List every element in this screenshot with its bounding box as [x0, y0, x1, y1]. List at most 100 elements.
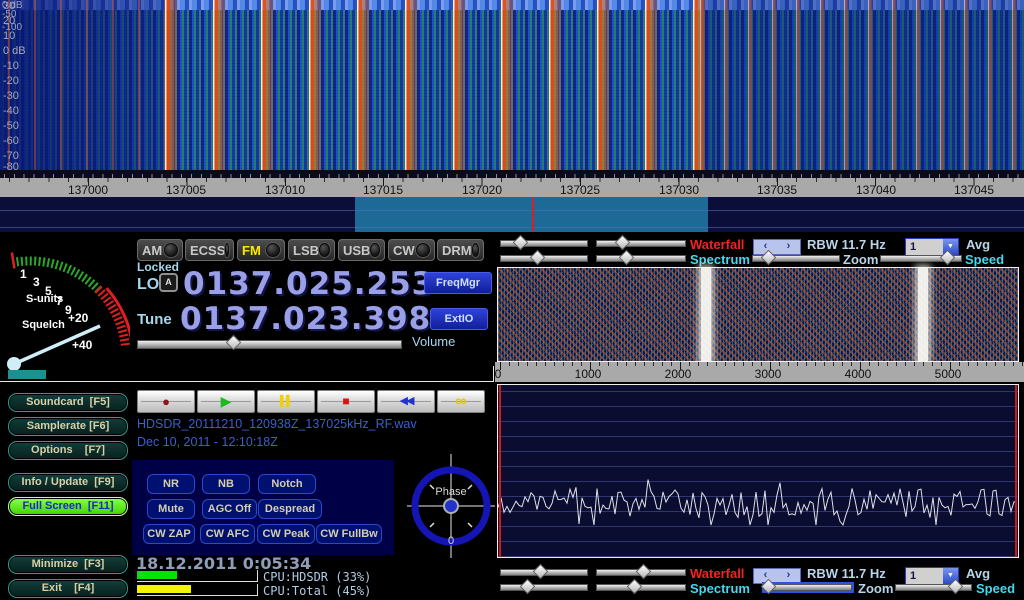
slider-thumb[interactable] [619, 250, 635, 266]
spectrum-range-slider[interactable] [596, 255, 686, 262]
mode-button-drm[interactable]: DRM [437, 239, 484, 261]
speed-slider[interactable] [880, 255, 962, 262]
avg-value: 1 [906, 239, 943, 255]
af-waterfall-display[interactable] [497, 267, 1019, 362]
rf-frequency-tick-label: 137035 [757, 183, 797, 197]
spectrum-label: Spectrum [690, 252, 750, 267]
waterfall-weak-carriers [8, 0, 168, 178]
dsp-button[interactable]: CW ZAP [143, 524, 195, 544]
slider-thumb[interactable] [614, 235, 630, 251]
zoom-slider[interactable] [752, 255, 840, 262]
dsp-button[interactable]: Notch [258, 474, 316, 494]
squelch-caption: Squelch [22, 319, 65, 331]
tune-label: Tune [137, 311, 172, 328]
mode-button-usb[interactable]: USB [338, 239, 385, 261]
af-db-label: 10 [3, 30, 15, 42]
spectrum-ref-slider[interactable] [500, 255, 588, 262]
record-button[interactable]: ● [137, 390, 195, 413]
extio-button[interactable]: ExtIO [430, 308, 488, 330]
mode-button-ecss[interactable]: ECSS [185, 239, 234, 261]
slider-thumb[interactable] [532, 564, 548, 580]
side-button[interactable]: Samplerate [F6] [8, 417, 128, 436]
slider-thumb[interactable] [530, 250, 546, 266]
af-frequency-tick-label: 5000 [935, 367, 962, 381]
dsp-button[interactable]: NB [202, 474, 250, 494]
volume-slider[interactable] [137, 340, 402, 349]
slider-thumb[interactable] [520, 579, 536, 595]
waterfall-brightness-slider[interactable] [500, 569, 588, 576]
lo-frequency-readout[interactable]: 0137.025.253 [183, 266, 434, 302]
zoom-slider[interactable] [764, 584, 852, 591]
volume-slider-thumb[interactable] [225, 335, 241, 351]
mode-button-fm[interactable]: FM [237, 239, 285, 261]
dsp-button[interactable]: Mute [147, 499, 195, 519]
rf-frequency-tick-label: 137025 [560, 183, 600, 197]
af-frequency-tick-label: 3000 [755, 367, 782, 381]
slider-thumb[interactable] [635, 564, 651, 580]
loop-button[interactable]: ∞ [437, 390, 485, 413]
spinner-right-icon[interactable]: › [777, 569, 800, 583]
rf-frequency-tick-label: 137000 [68, 183, 108, 197]
rf-frequency-tick-label: 137040 [856, 183, 896, 197]
pause-button[interactable]: ▌▌ [257, 390, 315, 413]
dsp-button[interactable]: CW Peak [257, 524, 315, 544]
af-spectrum-display[interactable] [497, 384, 1019, 558]
avg-label: Avg [966, 566, 990, 581]
spectrum-ref-slider[interactable] [500, 584, 588, 591]
rf-frequency-tick-label: 137020 [462, 183, 502, 197]
stop-button[interactable]: ■ [317, 390, 375, 413]
stop-icon: ■ [342, 395, 349, 408]
cpu-total-label: CPU:Total (45%) [263, 584, 371, 598]
rf-spectrum-trace [0, 197, 1024, 232]
auto-lock-icon[interactable]: A [159, 273, 178, 292]
squelch-level-bar[interactable] [8, 370, 46, 379]
dsp-button[interactable]: NR [147, 474, 195, 494]
mode-button-lsb[interactable]: LSB [288, 239, 335, 261]
dsp-button[interactable]: AGC Off [202, 499, 257, 519]
slider-thumb[interactable] [627, 579, 643, 595]
side-button[interactable]: Minimize [F3] [8, 555, 128, 574]
waterfall-contrast-slider[interactable] [596, 569, 686, 576]
dsp-button[interactable]: Despread [258, 499, 322, 519]
mode-label: CW [393, 243, 415, 258]
rf-waterfall-display[interactable] [0, 0, 1024, 178]
mode-label: LSB [293, 243, 319, 258]
mode-button-am[interactable]: AM [137, 239, 183, 261]
dsp-button[interactable]: CW FullBw [316, 524, 382, 544]
spinner-right-icon[interactable]: › [777, 240, 800, 254]
af-frequency-scale[interactable]: 010002000300040005000 [495, 362, 1024, 382]
dsp-button[interactable]: CW AFC [200, 524, 255, 544]
cpu-hdsdr-fill [137, 571, 177, 579]
spectrum-range-slider[interactable] [596, 584, 686, 591]
waterfall-brightness-slider[interactable] [500, 240, 588, 247]
slider-thumb[interactable] [513, 235, 529, 251]
smeter-label: +20 [68, 311, 89, 325]
rewind-button[interactable]: ◀◀ [377, 390, 435, 413]
tune-frequency-readout[interactable]: 0137.023.398 [180, 301, 431, 337]
side-button[interactable]: Options [F7] [8, 441, 128, 460]
af-frequency-tick-label: 0 [495, 367, 502, 381]
waterfall-contrast-slider[interactable] [596, 240, 686, 247]
lo-label: LO [137, 276, 159, 294]
avg-value: 1 [906, 568, 943, 584]
side-button[interactable]: Soundcard [F5] [8, 393, 128, 412]
zoom-label: Zoom [843, 252, 878, 267]
side-button[interactable]: Full Screen [F11] [8, 497, 128, 516]
rf-spectrum-display[interactable] [0, 197, 1024, 232]
af-db-label: -20 [3, 75, 19, 87]
rbw-spinner[interactable]: ‹ › [753, 239, 801, 255]
smeter-label: 1 [20, 267, 27, 281]
play-button[interactable]: ▶ [197, 390, 255, 413]
mode-label: AM [142, 243, 162, 258]
rf-frequency-scale[interactable]: 1370001370051370101370151370201370251370… [0, 178, 1024, 197]
led-icon [416, 243, 430, 257]
speed-slider[interactable] [895, 584, 972, 591]
side-button[interactable]: Exit [F4] [8, 579, 128, 598]
avg-label: Avg [966, 237, 990, 252]
side-button[interactable]: Info / Update [F9] [8, 473, 128, 492]
freqmgr-button[interactable]: FreqMgr [424, 272, 492, 294]
rbw-spinner[interactable]: ‹ › [753, 568, 801, 584]
rf-frequency-tick-label: 137045 [954, 183, 994, 197]
mode-button-cw[interactable]: CW [388, 239, 435, 261]
mode-label: ECSS [190, 243, 225, 258]
